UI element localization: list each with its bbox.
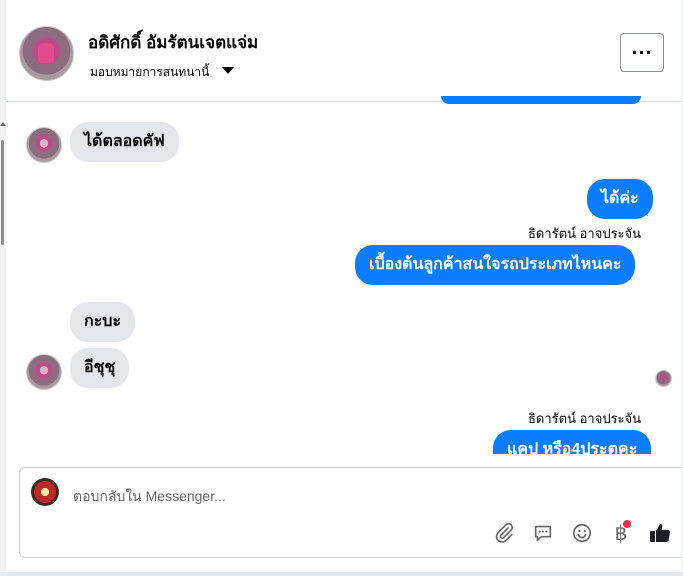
- sender-name: ธิดารัตน์ อาจประจัน: [528, 226, 642, 241]
- contact-avatar[interactable]: [19, 26, 74, 81]
- message-bubble-outgoing[interactable]: ได้ค่ะ: [587, 179, 653, 219]
- seen-receipt-avatar: [655, 370, 672, 387]
- scroll-up-icon[interactable]: [0, 122, 6, 126]
- contact-avatar-small: [26, 127, 62, 163]
- message-clip: แคป หรือ4ประตูคะ: [0, 428, 683, 454]
- sender-name: ธิดารัตน์ อาจประจัน: [528, 411, 642, 426]
- message-bubble-outgoing[interactable]: แคป หรือ4ประตูคะ: [493, 430, 652, 454]
- reply-input[interactable]: ตอบกลับใน Messenger...: [73, 486, 226, 508]
- more-options-button[interactable]: ···: [620, 33, 664, 72]
- assign-conversation-link[interactable]: มอบหมายการสนทนานี้: [90, 63, 209, 82]
- message-bubble-incoming[interactable]: กะบะ: [70, 302, 136, 342]
- emoji-icon[interactable]: [569, 520, 595, 546]
- contact-name[interactable]: อดิศักดิ์ อัมรัตนเจตแจ่ม: [88, 29, 258, 56]
- attach-icon[interactable]: [491, 520, 517, 546]
- contact-avatar-small: [26, 354, 62, 390]
- payment-icon[interactable]: ฿: [608, 520, 634, 546]
- bottom-strip: [0, 572, 683, 576]
- page-avatar: [31, 478, 59, 506]
- message-bubble-outgoing[interactable]: เบื้องต้นลูกค้าสนใจรถประเภทไหนคะ: [355, 245, 636, 285]
- conversation-header: อดิศักดิ์ อัมรัตนเจตแจ่ม มอบหมายการสนทนา…: [6, 0, 683, 102]
- saved-reply-icon[interactable]: [530, 520, 556, 546]
- like-icon[interactable]: [647, 520, 673, 546]
- notification-badge: [623, 520, 631, 528]
- scrollbar-thumb[interactable]: [1, 140, 4, 245]
- message-bubble-incoming[interactable]: อีชุชุ: [70, 348, 130, 388]
- chevron-down-icon[interactable]: [222, 67, 234, 74]
- message-bubble-incoming[interactable]: ได้ตลอดคัฟ: [70, 122, 179, 162]
- message-bubble-outgoing-partial: [441, 96, 641, 104]
- reply-composer: ตอบกลับใน Messenger... ฿: [19, 467, 683, 558]
- more-icon: ···: [631, 43, 653, 62]
